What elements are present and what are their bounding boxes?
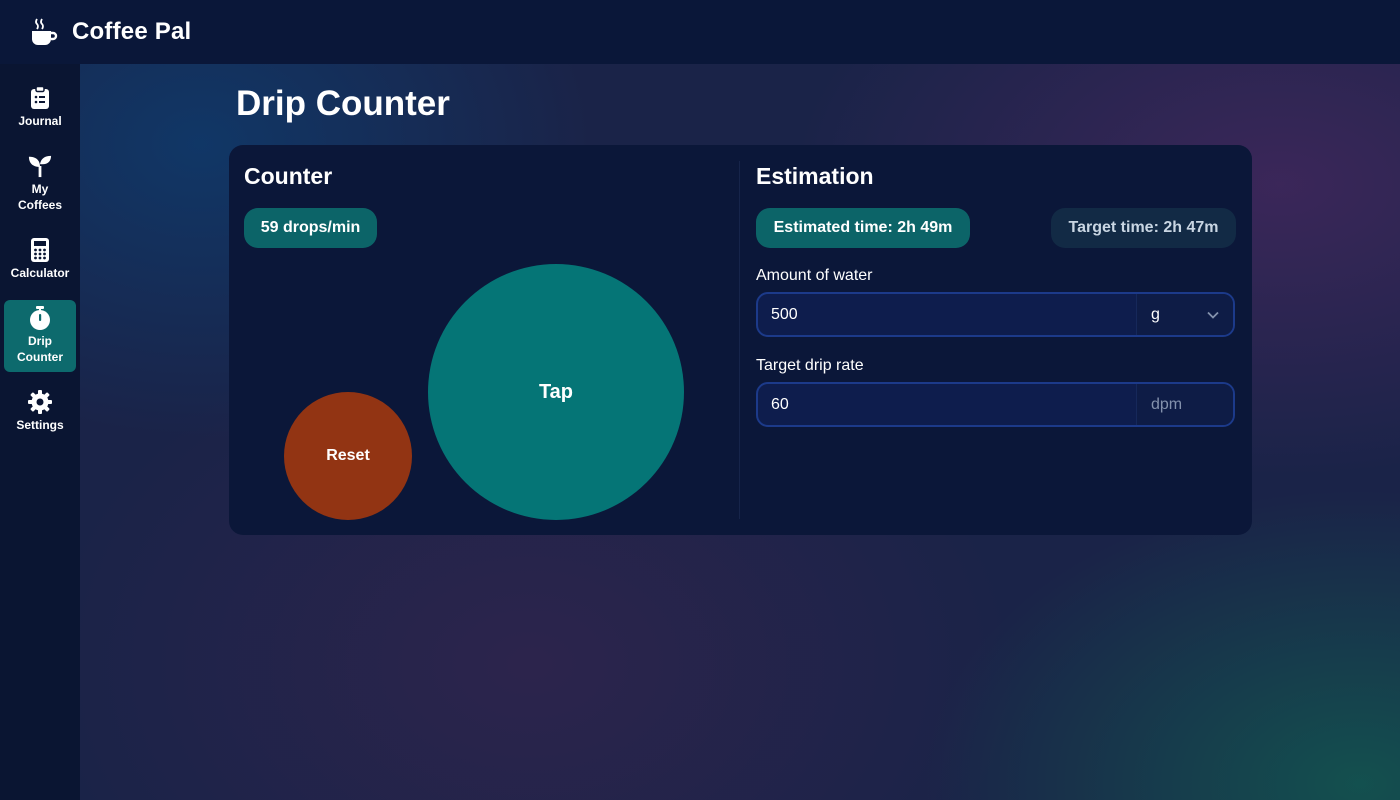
chevron-down-icon xyxy=(1207,306,1219,324)
sidebar-item-my-coffees[interactable]: My Coffees xyxy=(4,148,76,220)
sidebar-item-label: Calculator xyxy=(10,266,70,280)
water-unit-select[interactable]: g xyxy=(1136,294,1233,335)
section-divider xyxy=(739,161,740,519)
sidebar-item-drip-counter[interactable]: Drip Counter xyxy=(4,300,76,372)
estimation-section-title: Estimation xyxy=(756,163,874,189)
target-time-badge: Target time: 2h 47m xyxy=(1051,208,1236,248)
clipboard-list-icon xyxy=(28,86,52,110)
main-content: Drip Counter Counter 59 drops/min Reset … xyxy=(80,64,1400,800)
calculator-icon xyxy=(28,238,52,262)
app-title: Coffee Pal xyxy=(72,18,192,45)
drip-rate-badge: 59 drops/min xyxy=(244,208,377,248)
seedling-icon xyxy=(28,154,52,178)
water-unit-value: g xyxy=(1151,305,1160,323)
top-bar: Coffee Pal xyxy=(0,0,1400,64)
estimated-time-badge: Estimated time: 2h 49m xyxy=(756,208,970,248)
gear-icon xyxy=(28,390,52,414)
page-title: Drip Counter xyxy=(236,84,450,123)
sidebar-item-label: My Coffees xyxy=(17,182,62,212)
water-amount-label: Amount of water xyxy=(756,267,873,284)
drip-rate-unit: dpm xyxy=(1136,384,1233,425)
sidebar: Journal My Coffees Calculator Drip Count… xyxy=(0,64,80,800)
sidebar-item-label: Drip Counter xyxy=(17,334,63,364)
sidebar-item-label: Settings xyxy=(16,418,64,432)
reset-button[interactable]: Reset xyxy=(284,392,412,520)
tap-button[interactable]: Tap xyxy=(428,264,684,520)
sidebar-item-calculator[interactable]: Calculator xyxy=(4,232,76,288)
stopwatch-icon xyxy=(28,306,52,330)
drip-rate-input[interactable] xyxy=(758,384,1136,425)
drip-rate-label: Target drip rate xyxy=(756,357,864,374)
sidebar-item-settings[interactable]: Settings xyxy=(4,384,76,440)
water-amount-field: g xyxy=(756,292,1235,337)
counter-section-title: Counter xyxy=(244,163,333,189)
sidebar-item-label: Journal xyxy=(18,114,62,128)
sidebar-item-journal[interactable]: Journal xyxy=(4,80,76,136)
water-amount-input[interactable] xyxy=(758,294,1136,335)
drip-rate-field: dpm xyxy=(756,382,1235,427)
drip-counter-card: Counter 59 drops/min Reset Tap Estimatio… xyxy=(229,145,1252,535)
coffee-cup-icon xyxy=(28,17,58,47)
